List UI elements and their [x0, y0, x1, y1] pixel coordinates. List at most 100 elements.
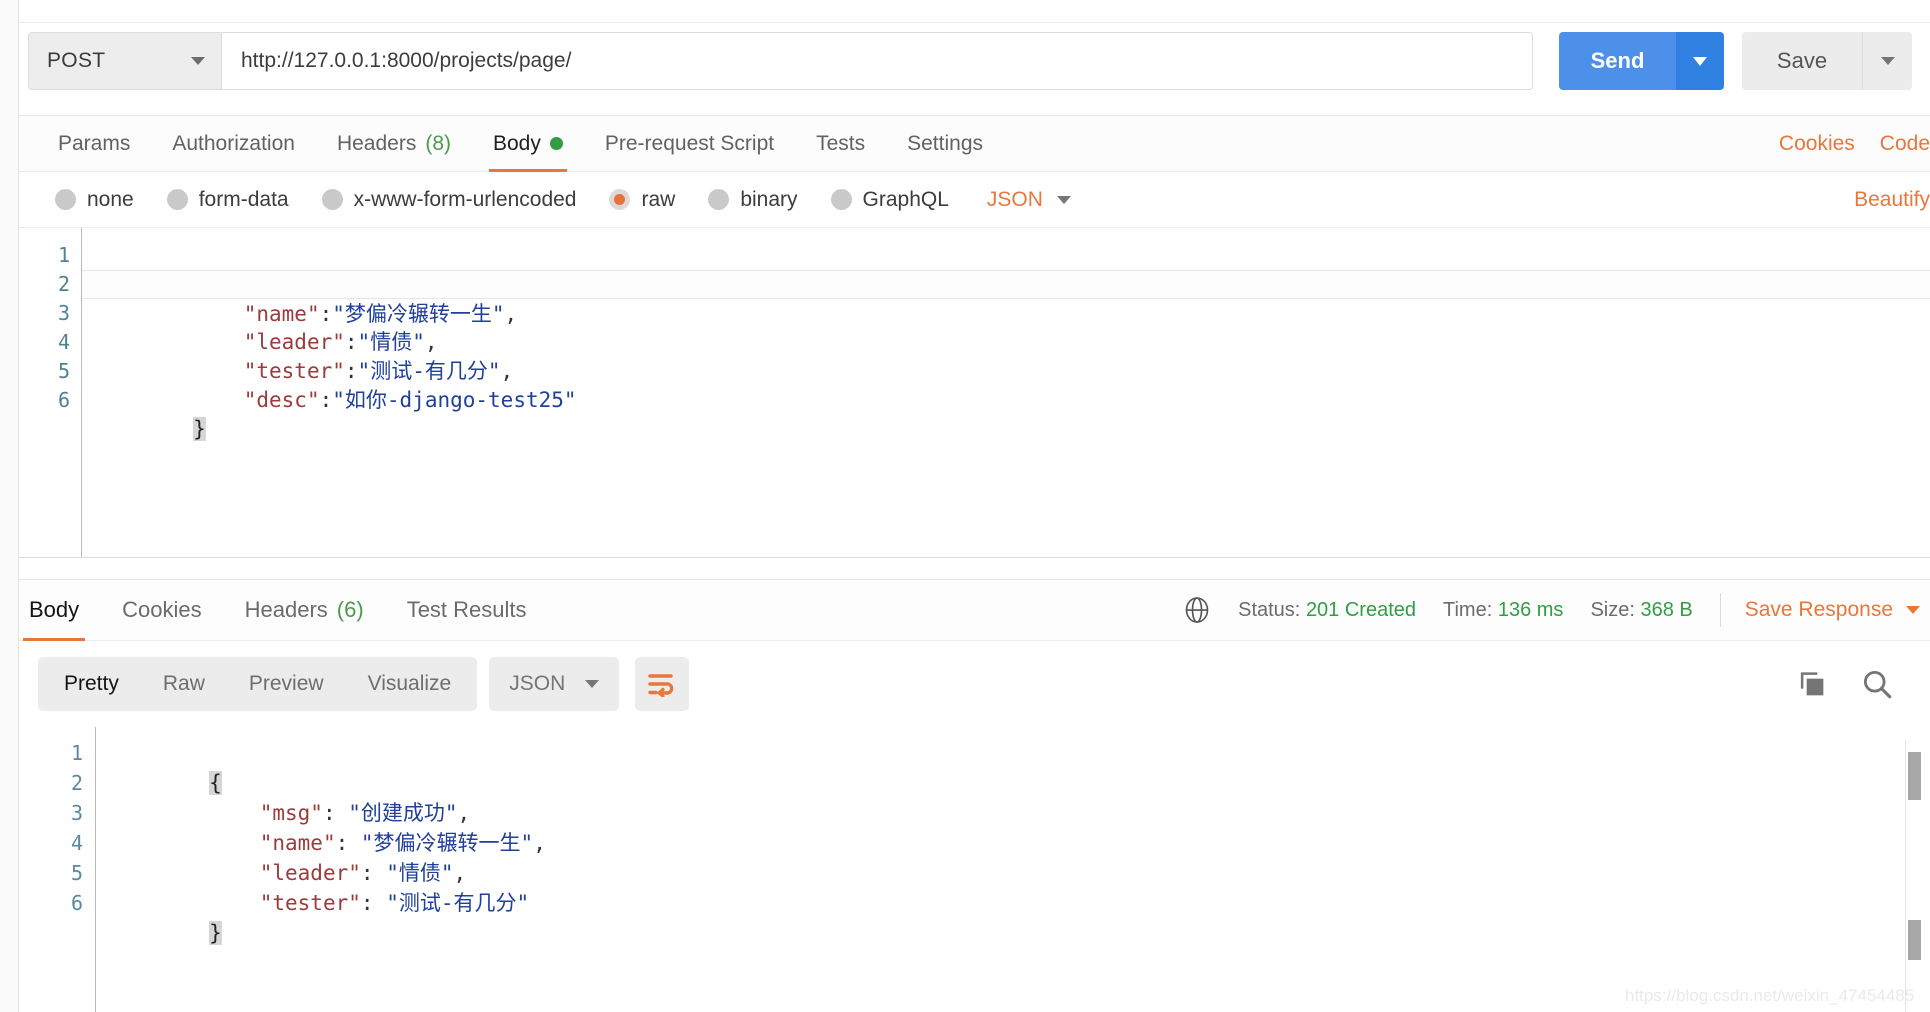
time-text: Time: 136 ms: [1443, 599, 1563, 622]
code-line: "name": "梦偏冷辗转一生",: [96, 798, 1905, 855]
response-status-group: Status: 201 Created Time: 136 ms Size: 3…: [1182, 593, 1930, 627]
tab-settings[interactable]: Settings: [907, 116, 983, 172]
url-input[interactable]: http://127.0.0.1:8000/projects/page/: [222, 33, 1532, 89]
status-label: Status:: [1238, 598, 1301, 621]
tab-body[interactable]: Body: [489, 116, 567, 172]
raw-format-dropdown[interactable]: JSON: [987, 188, 1071, 212]
tab-authorization[interactable]: Authorization: [172, 116, 295, 172]
method-label: POST: [47, 49, 106, 72]
line-number: 6: [57, 388, 70, 412]
response-scrollbar-thumb[interactable]: [1908, 752, 1921, 800]
view-mode-preview[interactable]: Preview: [227, 657, 346, 711]
line-number: 3: [57, 301, 70, 325]
body-type-none[interactable]: none: [55, 188, 134, 212]
word-wrap-button[interactable]: [635, 657, 690, 711]
request-editor-gutter: 1 2 3 4 5 6: [19, 228, 81, 557]
method-dropdown[interactable]: POST: [29, 33, 222, 89]
code-line: "msg": "创建成功",: [96, 768, 1905, 825]
body-type-label: x-www-form-urlencoded: [353, 187, 577, 211]
save-options-button[interactable]: [1862, 32, 1912, 90]
response-tab-body[interactable]: Body: [22, 579, 86, 641]
response-body-editor[interactable]: 1 2 3 4 5 6 { "msg": "创建成功", "name": "梦偏…: [19, 727, 1905, 1012]
radio-icon: [830, 189, 852, 210]
line-number: 5: [70, 861, 83, 885]
response-format-dropdown[interactable]: JSON: [489, 657, 620, 711]
tab-label: Headers: [244, 597, 328, 622]
line-number: 1: [57, 243, 70, 267]
tab-headers[interactable]: Headers (8): [337, 116, 451, 172]
tab-label: Pre-request Script: [604, 131, 775, 155]
response-editor-code[interactable]: { "msg": "创建成功", "name": "梦偏冷辗转一生", "lea…: [95, 727, 1905, 1012]
view-mode-pretty[interactable]: Pretty: [42, 657, 141, 711]
request-url-bar: POST http://127.0.0.1:8000/projects/page…: [19, 0, 1930, 116]
view-mode-raw[interactable]: Raw: [141, 657, 227, 711]
send-options-button[interactable]: [1676, 32, 1724, 90]
body-type-binary[interactable]: binary: [708, 187, 798, 212]
postman-window: POST http://127.0.0.1:8000/projects/page…: [0, 0, 1930, 1012]
body-type-graphql[interactable]: GraphQL: [830, 188, 949, 212]
code-line: "tester": "测试-有几分": [96, 858, 1905, 915]
method-url-group: POST http://127.0.0.1:8000/projects/page…: [28, 32, 1533, 90]
body-type-form-data[interactable]: form-data: [166, 188, 289, 212]
response-tab-cookies[interactable]: Cookies: [122, 579, 201, 641]
line-number: 6: [70, 891, 83, 915]
beautify-button[interactable]: Beautify: [1854, 188, 1930, 212]
code-line: {: [82, 241, 1930, 296]
cookies-link[interactable]: Cookies: [1779, 132, 1855, 156]
tab-label: Body: [29, 597, 80, 622]
chevron-down-icon: [1906, 606, 1920, 614]
response-tabs: Body Cookies Headers (6) Test Results St…: [19, 579, 1930, 641]
response-right-divider: [1905, 740, 1906, 1012]
brace-close: }: [209, 921, 222, 945]
radio-icon: [321, 189, 343, 210]
body-type-raw[interactable]: raw: [609, 188, 675, 212]
send-button[interactable]: Send: [1559, 32, 1676, 90]
response-tab-headers[interactable]: Headers (6): [245, 579, 364, 641]
code-line: {: [96, 738, 1905, 795]
code-link[interactable]: Code: [1880, 132, 1930, 156]
radio-selected-icon: [609, 189, 631, 210]
search-icon[interactable]: [1860, 667, 1894, 701]
body-type-urlencoded[interactable]: x-www-form-urlencoded: [321, 187, 577, 212]
save-response-label: Save Response: [1744, 598, 1893, 621]
code-line: "leader":"情债",: [82, 299, 1930, 354]
code-line: "desc":"如你-django-test25": [82, 357, 1930, 412]
chevron-down-icon: [1880, 57, 1895, 65]
body-type-label: binary: [740, 187, 798, 211]
line-number: 1: [70, 741, 83, 765]
response-view-modes: Pretty Raw Preview Visualize: [38, 657, 478, 711]
response-toolbar-actions: [1796, 667, 1930, 701]
tab-params[interactable]: Params: [58, 116, 130, 172]
response-scrollbar-thumb-secondary[interactable]: [1908, 920, 1921, 960]
send-button-group: Send: [1559, 32, 1724, 90]
tab-pre-request-script[interactable]: Pre-request Script: [605, 116, 774, 172]
request-editor-code[interactable]: { "name":"梦偏冷辗转一生", "leader":"情债", "test…: [81, 228, 1930, 557]
chevron-down-icon: [1693, 56, 1707, 66]
body-active-dot-icon: [549, 137, 563, 150]
radio-icon: [166, 189, 188, 210]
tab-label: Tests: [816, 131, 866, 155]
copy-icon[interactable]: [1796, 668, 1828, 700]
tab-label: Params: [58, 131, 131, 155]
body-type-label: none: [87, 187, 134, 211]
size-text: Size: 368 B: [1590, 599, 1692, 622]
code-line: "name":"梦偏冷辗转一生",: [82, 270, 1930, 326]
body-type-row: none form-data x-www-form-urlencoded raw…: [19, 172, 1930, 228]
request-body-editor[interactable]: 1 2 3 4 5 6 { "name":"梦偏冷辗转一生", "leader"…: [19, 228, 1930, 558]
left-rail: [0, 0, 19, 1012]
save-response-button[interactable]: Save Response: [1745, 598, 1920, 622]
save-button[interactable]: Save: [1742, 32, 1862, 90]
status-text: Status: 201 Created: [1238, 599, 1416, 622]
view-mode-visualize[interactable]: Visualize: [346, 657, 474, 711]
code-line: }: [82, 386, 1930, 441]
size-label: Size:: [1590, 598, 1635, 621]
tab-tests[interactable]: Tests: [816, 116, 865, 172]
time-label: Time:: [1443, 598, 1493, 621]
tab-label: Authorization: [172, 131, 295, 155]
top-divider: [19, 22, 1930, 23]
line-number: 4: [70, 831, 83, 855]
response-tab-test-results[interactable]: Test Results: [407, 579, 527, 641]
request-tabs: Params Authorization Headers (8) Body Pr…: [19, 116, 1930, 172]
line-number: 4: [57, 330, 70, 354]
chevron-down-icon: [191, 57, 205, 65]
